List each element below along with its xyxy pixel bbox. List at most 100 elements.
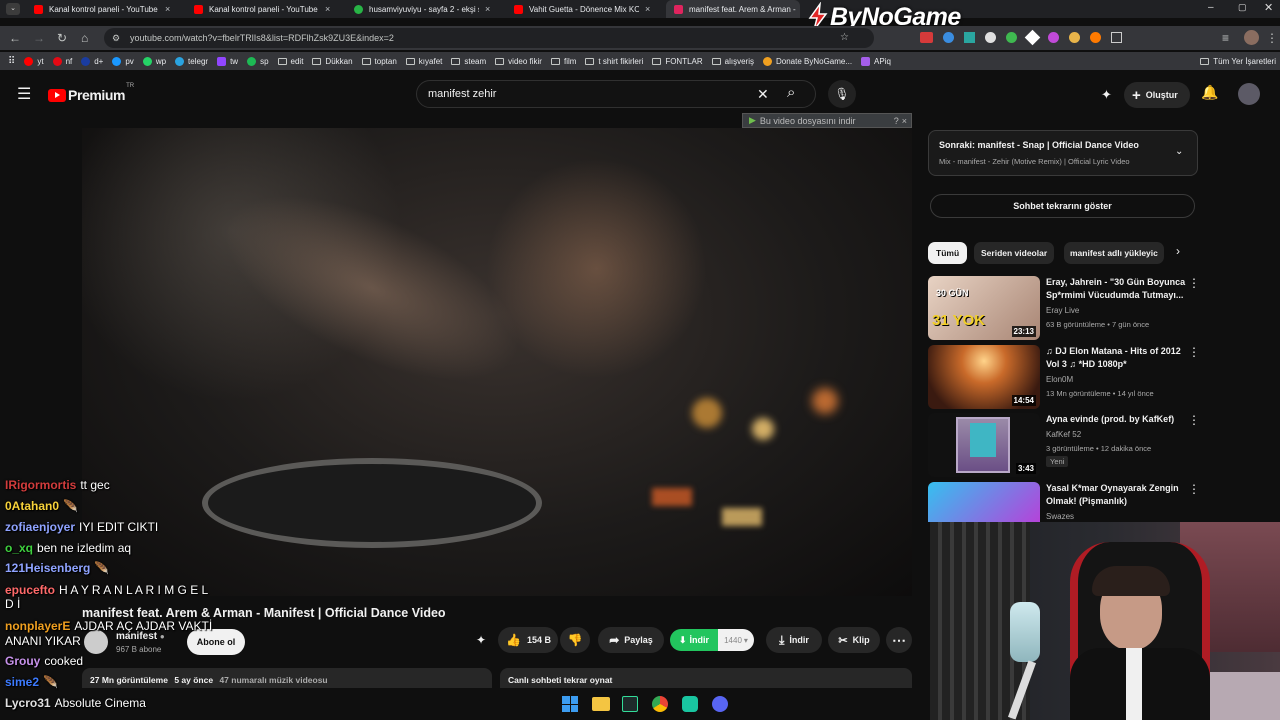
discord-icon[interactable] (712, 696, 728, 712)
bookmark-folder[interactable]: steam (451, 57, 486, 66)
channel-avatar[interactable] (84, 630, 108, 654)
bookmark-item[interactable]: sp (247, 56, 269, 66)
apps-grid-icon[interactable]: ⠿ (8, 56, 15, 67)
back-icon[interactable]: ← (9, 31, 21, 45)
bookmark-folder[interactable]: FONTLAR (652, 57, 703, 66)
extension-icon[interactable] (1024, 29, 1041, 46)
terminal-icon[interactable] (622, 696, 638, 712)
reload-icon[interactable]: ↻ (57, 31, 67, 45)
help-icon[interactable]: ? (894, 116, 899, 126)
up-next-panel[interactable]: Sonraki: manifest - Snap | Official Danc… (928, 130, 1198, 176)
app-icon[interactable] (682, 696, 698, 712)
extension-icon[interactable] (1048, 32, 1059, 43)
windows-start-icon[interactable] (562, 696, 578, 712)
youtube-logo[interactable]: Premium TR (48, 83, 134, 103)
recommendation-item[interactable]: 3:43 Ayna evinde (prod. by KafKef) KafKe… (928, 413, 1208, 477)
recommendation-item[interactable]: Yasal K*mar Oynayarak Zengin Olmak! (Piş… (928, 482, 1208, 522)
account-avatar[interactable] (1238, 83, 1260, 105)
chevron-right-icon[interactable]: › (1176, 244, 1180, 258)
close-icon[interactable]: × (165, 4, 170, 14)
tab-1[interactable]: Kanal kontrol paneli - YouTube × (26, 0, 184, 18)
tab-5-active[interactable]: manifest feat. Arem & Arman - (666, 0, 800, 18)
microphone-icon[interactable]: 🎙 (828, 80, 856, 108)
minimize-button[interactable]: – (1208, 2, 1214, 13)
video-player[interactable] (82, 128, 912, 596)
clip-button[interactable]: ✂ Klip (828, 627, 880, 653)
kebab-menu-icon[interactable]: ⋮ (1188, 345, 1200, 359)
create-button[interactable]: + Oluştur (1124, 82, 1190, 108)
bookmark-item[interactable]: APiq (861, 56, 891, 66)
file-explorer-icon[interactable] (592, 697, 610, 711)
bookmark-folder[interactable]: film (550, 57, 576, 66)
kebab-menu-icon[interactable]: ⋮ (1188, 482, 1200, 496)
bookmark-folder[interactable]: alışveriş (711, 57, 754, 66)
chevron-down-icon[interactable]: ⌄ (1175, 146, 1183, 157)
bookmark-item[interactable]: Donate ByNoGame... (763, 56, 852, 66)
chip-series[interactable]: Seriden videolar (974, 242, 1055, 264)
recommendation-item[interactable]: 14:54 ♫ DJ Elon Matana - Hits of 2012 Vo… (928, 345, 1208, 409)
ai-sparkle-icon[interactable]: ✦ (476, 633, 486, 647)
search-input[interactable]: manifest zehir ✕ ⌕ (416, 80, 816, 108)
hamburger-menu-icon[interactable]: ☰ (17, 84, 31, 104)
extension-icon[interactable] (1090, 32, 1101, 43)
more-actions-button[interactable]: ⋯ (886, 627, 912, 653)
chrome-icon[interactable] (652, 696, 668, 712)
bookmark-item[interactable]: tw (217, 56, 238, 66)
search-icon[interactable]: ⌕ (787, 80, 795, 106)
chip-all[interactable]: Tümü (928, 242, 968, 264)
extension-icon[interactable] (920, 32, 933, 43)
profile-avatar[interactable] (1244, 30, 1259, 45)
bookmark-folder[interactable]: Dükkan (312, 57, 353, 66)
bookmark-folder[interactable]: video fikir (495, 57, 542, 66)
kebab-menu-icon[interactable]: ⋮ (1188, 413, 1200, 427)
share-button[interactable]: ➦ Paylaş (598, 627, 664, 653)
site-info-icon[interactable]: ⚙ (112, 28, 120, 48)
like-button[interactable]: 👍 154 B (498, 627, 558, 653)
description-box[interactable]: 27 Mn görüntüleme 5 ay önce 47 numaralı … (82, 668, 492, 690)
close-window-button[interactable]: ✕ (1264, 1, 1273, 14)
chat-replay-box[interactable]: Canlı sohbeti tekrar oynat (500, 668, 912, 690)
maximize-button[interactable]: ▢ (1238, 2, 1247, 13)
bookmark-folder[interactable]: toptan (361, 57, 397, 66)
bookmark-folder[interactable]: t shirt fikirleri (585, 57, 643, 66)
bookmark-item[interactable]: pv (112, 56, 134, 66)
dislike-button[interactable]: 👎 (560, 627, 590, 653)
ai-sparkle-icon[interactable]: ✦ (1101, 87, 1112, 103)
notification-bell-icon[interactable]: 🔔 (1201, 84, 1218, 101)
extension-icon[interactable] (943, 32, 954, 43)
video-download-bar[interactable]: ▶ Bu video dosyasını indir ? × (742, 113, 912, 128)
extension-icon[interactable] (1069, 32, 1080, 43)
clear-search-icon[interactable]: ✕ (757, 81, 769, 107)
bookmark-item[interactable]: nf (52, 56, 72, 66)
download-button[interactable]: ⤓ İndir (766, 627, 822, 653)
forward-icon[interactable]: → (33, 31, 45, 45)
bookmark-star-icon[interactable]: ☆ (840, 28, 849, 48)
close-icon[interactable]: × (485, 4, 490, 14)
url-field[interactable]: ⚙ youtube.com/watch?v=fbelrTRlIs8&list=R… (104, 28, 874, 48)
recommendation-item[interactable]: 30 GÜN 31 YOK 23:13 Eray, Jahrein - "30 … (928, 276, 1208, 340)
bookmark-item[interactable]: yt (24, 56, 44, 66)
bookmark-item[interactable]: d+ (81, 56, 103, 66)
extension-icon[interactable] (964, 32, 975, 43)
quality-select[interactable]: 1440 ▾ (718, 629, 754, 651)
tab-search-button[interactable]: ⌄ (6, 3, 20, 15)
all-bookmarks-folder[interactable]: Tüm Yer İşaretleri (1200, 57, 1276, 66)
tab-4[interactable]: Vahit Guetta - Dönence Mix KO × (506, 0, 664, 18)
chip-uploader[interactable]: manifest adlı yükleyic (1064, 242, 1164, 264)
tab-2[interactable]: Kanal kontrol paneli - YouTube × (186, 0, 344, 18)
download-green-button[interactable]: ⬇ İndir (670, 629, 718, 651)
kebab-menu-icon[interactable]: ⋮ (1188, 276, 1200, 290)
bookmark-item[interactable]: wp (142, 56, 166, 66)
kebab-menu-icon[interactable]: ⋮ (1266, 31, 1278, 45)
extension-icon[interactable] (985, 32, 996, 43)
bookmark-item[interactable]: telegr (175, 56, 208, 66)
extension-icon[interactable] (1006, 32, 1017, 43)
bookmark-folder[interactable]: edit (277, 57, 303, 66)
menu-lines-icon[interactable]: ≡ (1222, 31, 1229, 45)
home-icon[interactable]: ⌂ (81, 31, 88, 45)
close-icon[interactable]: × (325, 4, 330, 14)
close-icon[interactable]: × (645, 4, 650, 14)
show-chat-replay-button[interactable]: Sohbet tekrarını göster (930, 194, 1195, 218)
tab-3[interactable]: husamviyuviyu - sayfa 2 - ekşi s × (346, 0, 504, 18)
bookmark-folder[interactable]: kıyafet (405, 57, 442, 66)
